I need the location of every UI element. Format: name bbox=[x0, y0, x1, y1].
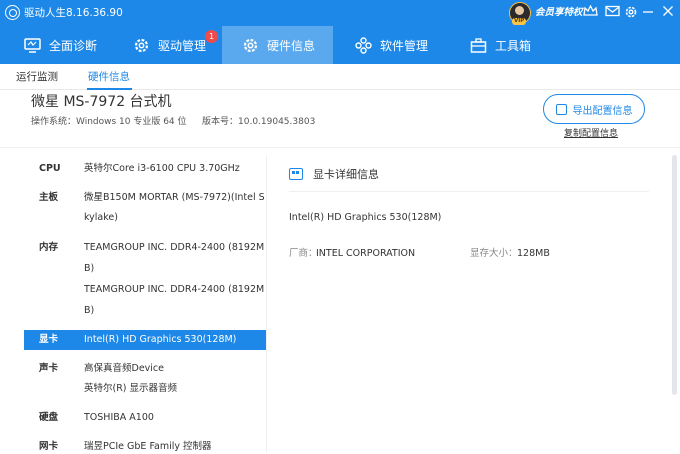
export-config-button[interactable]: 导出配置信息 bbox=[543, 94, 645, 124]
nav-label: 软件管理 bbox=[380, 38, 429, 53]
active-tab-indicator bbox=[87, 88, 132, 90]
copy-config-link[interactable]: 复制配置信息 bbox=[564, 128, 618, 140]
sub-nav: 运行监测 硬件信息 bbox=[0, 64, 680, 90]
vram-label: 显存大小： bbox=[470, 248, 518, 259]
hardware-label-network[interactable]: 网卡 bbox=[39, 440, 58, 454]
hardware-value-memory[interactable]: B) bbox=[84, 304, 94, 318]
main-nav: 全面诊断 驱动管理 1 硬件信息 软件管理 工具箱 bbox=[0, 26, 680, 64]
detail-divider bbox=[289, 191, 649, 192]
member-privilege-link[interactable]: 会员享特权 bbox=[535, 7, 583, 19]
hardware-value-memory[interactable]: TEAMGROUP INC. DDR4-2400 (8192M bbox=[84, 283, 264, 297]
hardware-value-gpu[interactable]: Intel(R) HD Graphics 530(128M) bbox=[84, 333, 236, 347]
gpu-name: Intel(R) HD Graphics 530(128M) bbox=[289, 212, 442, 223]
hardware-label-motherboard[interactable]: 主板 bbox=[39, 191, 58, 205]
vip-badge: VIP bbox=[512, 18, 527, 25]
divider bbox=[0, 147, 680, 148]
scrollbar[interactable] bbox=[672, 155, 677, 395]
update-count-badge: 1 bbox=[205, 30, 218, 43]
gpu-card-icon bbox=[289, 168, 303, 180]
minimize-icon[interactable] bbox=[640, 5, 656, 21]
vram-value: 128MB bbox=[517, 248, 550, 259]
nav-label: 工具箱 bbox=[495, 38, 532, 53]
machine-model: 微星 MS-7972 台式机 bbox=[31, 94, 172, 110]
nav-label: 全面诊断 bbox=[49, 38, 98, 53]
app-title: 驱动人生8.16.36.90 bbox=[24, 7, 123, 19]
vendor-label: 厂商： bbox=[289, 248, 318, 259]
hardware-value-motherboard[interactable]: kylake) bbox=[84, 211, 118, 225]
nav-toolbox[interactable]: 工具箱 bbox=[470, 26, 550, 64]
hardware-value-sound[interactable]: 高保真音频Device bbox=[84, 362, 164, 376]
hardware-label-gpu[interactable]: 显卡 bbox=[39, 333, 58, 347]
nav-label: 硬件信息 bbox=[267, 38, 316, 53]
hardware-value-motherboard[interactable]: 微星B150M MORTAR (MS-7972)(Intel S bbox=[84, 191, 265, 205]
export-label: 导出配置信息 bbox=[572, 105, 633, 117]
hardware-value-disk[interactable]: TOSHIBA A100 bbox=[84, 411, 154, 425]
hardware-value-memory[interactable]: TEAMGROUP INC. DDR4-2400 (8192M bbox=[84, 241, 264, 255]
hardware-value-network[interactable]: 瑞昱PCIe GbE Family 控制器 bbox=[84, 440, 212, 454]
export-icon bbox=[555, 103, 567, 115]
hardware-value-cpu[interactable]: 英特尔Core i3-6100 CPU 3.70GHz bbox=[84, 162, 240, 176]
title-bar: 驱动人生8.16.36.90 VIP 会员享特权 bbox=[0, 0, 680, 26]
mail-icon[interactable] bbox=[604, 5, 620, 21]
settings-gear-icon[interactable] bbox=[623, 5, 639, 21]
nav-full-diagnosis[interactable]: 全面诊断 bbox=[24, 26, 114, 64]
hardware-value-sound[interactable]: 英特尔(R) 显示器音频 bbox=[84, 382, 177, 396]
crown-icon[interactable] bbox=[582, 4, 598, 21]
hardware-label-memory[interactable]: 内存 bbox=[39, 241, 58, 255]
hardware-label-cpu[interactable]: CPU bbox=[39, 162, 61, 176]
version-info: 版本号：10.0.19045.3803 bbox=[202, 117, 316, 127]
app-logo-icon bbox=[5, 5, 20, 20]
vendor-value: INTEL CORPORATION bbox=[316, 248, 416, 259]
apps-icon bbox=[355, 36, 372, 54]
detail-title: 显卡详细信息 bbox=[313, 168, 379, 181]
nav-label: 驱动管理 bbox=[158, 38, 207, 53]
gear-icon bbox=[242, 37, 259, 54]
hardware-label-sound[interactable]: 声卡 bbox=[39, 362, 58, 376]
nav-hardware-info[interactable]: 硬件信息 bbox=[222, 26, 333, 64]
nav-software-management[interactable]: 软件管理 bbox=[355, 26, 445, 64]
os-info: 操作系统：Windows 10 专业版 64 位 bbox=[31, 117, 187, 127]
close-icon[interactable] bbox=[660, 5, 676, 21]
tab-hardware-info[interactable]: 硬件信息 bbox=[88, 70, 130, 84]
toolbox-icon bbox=[470, 37, 487, 54]
panel-divider bbox=[266, 155, 267, 453]
gear-icon bbox=[133, 37, 150, 54]
tab-runtime-monitor[interactable]: 运行监测 bbox=[16, 70, 58, 84]
hardware-label-disk[interactable]: 硬盘 bbox=[39, 411, 58, 425]
monitor-icon bbox=[24, 37, 41, 54]
hardware-value-memory[interactable]: B) bbox=[84, 262, 94, 276]
